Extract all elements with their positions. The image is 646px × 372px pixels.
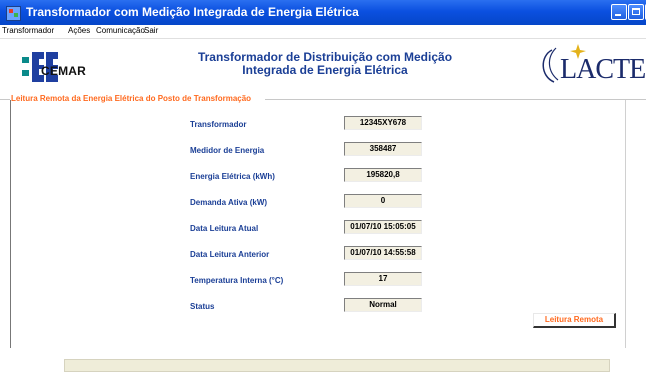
value-data-leitura-atual: 01/07/10 15:05:05 xyxy=(344,220,422,234)
lactec-logo-text: LACTEC xyxy=(560,54,646,85)
value-status: Normal xyxy=(344,298,422,312)
page-title: Transformador de Distribuição com Mediçã… xyxy=(190,51,460,77)
menu-sair[interactable]: Sair xyxy=(144,26,158,35)
app-icon[interactable] xyxy=(6,6,21,21)
label-data-leitura-anterior: Data Leitura Anterior xyxy=(190,250,270,259)
leitura-remota-button[interactable]: Leitura Remota xyxy=(533,313,616,328)
label-data-leitura-atual: Data Leitura Atual xyxy=(190,224,259,233)
maximize-button[interactable] xyxy=(628,4,644,20)
window-title: Transformador com Medição Integrada de E… xyxy=(26,5,359,19)
group-title: Leitura Remota da Energia Elétrica do Po… xyxy=(11,94,252,103)
label-medidor-energia: Medidor de Energia xyxy=(190,146,265,155)
lactec-logo: LACTEC xyxy=(538,42,646,88)
label-energia-eletrica: Energia Elétrica (kWh) xyxy=(190,172,275,181)
menu-bar: Transformador Ações Comunicação Sair xyxy=(0,25,646,39)
status-panel xyxy=(64,359,610,372)
value-energia-eletrica: 195820,8 xyxy=(344,168,422,182)
group-border-right xyxy=(625,100,626,348)
value-data-leitura-anterior: 01/07/10 14:55:58 xyxy=(344,246,422,260)
menu-acoes[interactable]: Ações xyxy=(68,26,90,35)
cemar-logo-text: CEMAR xyxy=(41,64,86,78)
label-status: Status xyxy=(190,302,215,311)
minimize-button[interactable] xyxy=(611,4,627,20)
label-transformador: Transformador xyxy=(190,120,247,129)
page-title-line2: Integrada de Energia Elétrica xyxy=(242,63,408,77)
value-medidor-energia: 358487 xyxy=(344,142,422,156)
label-temperatura-interna: Temperatura Interna (°C) xyxy=(190,276,284,285)
value-transformador: 12345XY678 xyxy=(344,116,422,130)
group-border-top-right xyxy=(265,99,646,100)
lactec-logo-mark: LACTEC xyxy=(542,44,646,85)
label-demanda-ativa: Demanda Ativa (kW) xyxy=(190,198,268,207)
menu-transformador[interactable]: Transformador xyxy=(2,26,54,35)
group-border-left xyxy=(10,100,11,348)
value-demanda-ativa: 0 xyxy=(344,194,422,208)
group-border-top-left xyxy=(0,99,10,100)
header: CEMAR Transformador de Distribuição com … xyxy=(0,38,646,90)
value-temperatura-interna: 17 xyxy=(344,272,422,286)
title-bar: Transformador com Medição Integrada de E… xyxy=(0,0,646,25)
cemar-logo: CEMAR xyxy=(20,50,100,88)
menu-comunicacao[interactable]: Comunicação xyxy=(96,26,145,35)
